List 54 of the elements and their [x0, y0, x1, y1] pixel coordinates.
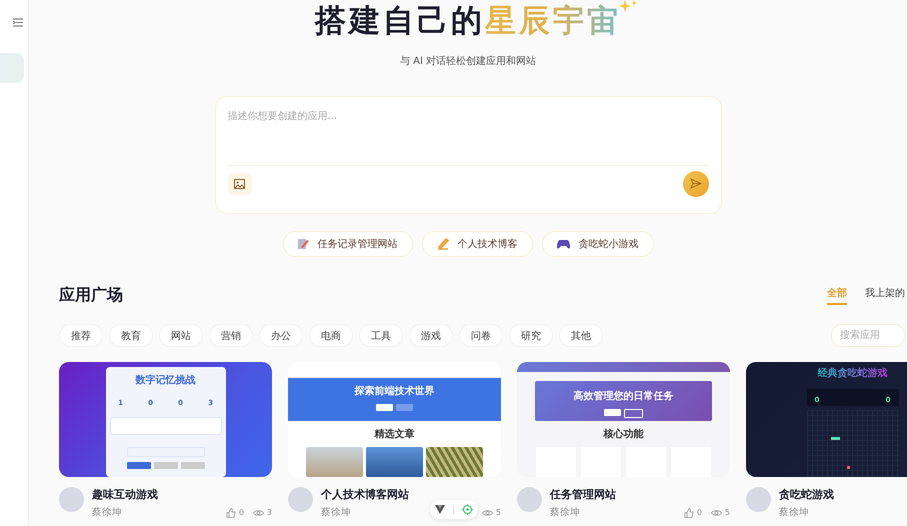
- prompt-field[interactable]: 描述你想要创建的应用...: [214, 96, 722, 214]
- view-count: 3: [266, 508, 272, 517]
- category-pill[interactable]: 电商: [309, 324, 353, 347]
- section-title: 应用广场: [59, 285, 123, 306]
- category-pill[interactable]: 研究: [509, 324, 553, 347]
- app-title: 任务管理网站: [550, 487, 617, 502]
- app-preview-thumbnail[interactable]: 探索前端技术世界 精选文章: [288, 362, 501, 477]
- like-count: 0: [238, 508, 244, 517]
- pencil-icon: [436, 238, 448, 250]
- category-pill[interactable]: 推荐: [59, 324, 103, 347]
- suggestion-chip[interactable]: 任务记录管理网站: [282, 231, 412, 257]
- category-pill[interactable]: 营销: [209, 324, 253, 347]
- view-count: 5: [724, 508, 730, 517]
- hero-subtitle: 与 AI 对话轻松创建应用和网站: [400, 54, 536, 68]
- app-preview-thumbnail[interactable]: 高效管理您的日常任务 核心功能: [517, 362, 730, 477]
- app-title: 贪吃蛇游戏: [779, 487, 835, 502]
- suggestion-chip[interactable]: 贪吃蛇小游戏: [542, 231, 654, 257]
- suggestion-chip[interactable]: 个人技术博客: [422, 231, 532, 257]
- avatar: [746, 487, 771, 512]
- memo-icon: [298, 238, 308, 250]
- app-title: 个人技术博客网站: [321, 487, 410, 502]
- category-pill[interactable]: 其他: [559, 324, 603, 347]
- author-name: 蔡徐坤: [321, 506, 351, 519]
- category-pill[interactable]: 问卷: [459, 324, 503, 347]
- thumbs-up-icon: [684, 508, 694, 518]
- image-icon: [234, 178, 245, 188]
- gamepad-icon: [556, 239, 570, 249]
- category-pill[interactable]: 网站: [159, 324, 203, 347]
- v-logo-icon[interactable]: [435, 505, 445, 514]
- author-name: 蔡徐坤: [92, 506, 122, 519]
- sparkle-icon: [619, 0, 637, 14]
- app-title: 趣味互动游戏: [92, 487, 159, 502]
- category-pill[interactable]: 工具: [359, 324, 403, 347]
- eye-icon: [710, 508, 722, 516]
- menu-icon[interactable]: [13, 18, 23, 27]
- send-button[interactable]: [682, 170, 708, 196]
- like-count: 0: [696, 508, 702, 517]
- image-upload-button[interactable]: [228, 172, 252, 194]
- category-pill[interactable]: 游戏: [409, 324, 453, 347]
- gallery-tab[interactable]: 我上架的: [865, 286, 905, 305]
- author-name: 蔡徐坤: [550, 506, 580, 519]
- author-name: 蔡徐坤: [779, 506, 809, 519]
- send-icon: [690, 178, 702, 189]
- category-pill[interactable]: 教育: [109, 324, 153, 347]
- avatar: [288, 487, 313, 512]
- eye-icon: [252, 508, 264, 516]
- thumbs-up-icon: [226, 508, 236, 518]
- avatar: [517, 487, 542, 512]
- avatar: [59, 487, 84, 512]
- search-field[interactable]: 搜索应用: [831, 324, 905, 347]
- hero-title: 搭建自己的星辰宇宙: [315, 2, 621, 41]
- view-count: 5: [496, 508, 501, 517]
- eye-icon: [482, 508, 493, 516]
- category-pill[interactable]: 办公: [259, 324, 303, 347]
